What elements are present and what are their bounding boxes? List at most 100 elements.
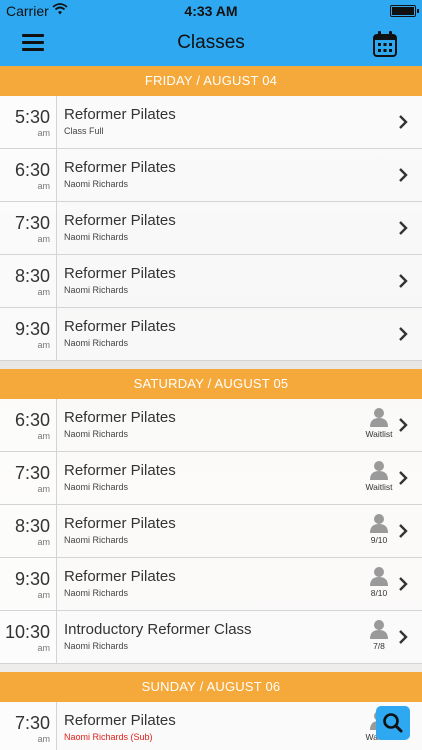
chevron-right-icon <box>399 524 408 538</box>
availability-indicator: 8/10 <box>364 566 394 606</box>
class-row[interactable]: 8:30 am Reformer Pilates Naomi Richards … <box>0 505 422 558</box>
class-list[interactable]: FRIDAY / AUGUST 04 5:30 am Reformer Pila… <box>0 66 422 750</box>
class-name: Reformer Pilates <box>64 212 176 229</box>
chevron-right-icon <box>399 630 408 644</box>
instructor-name: Naomi Richards <box>64 641 129 651</box>
chevron-right-icon <box>399 221 408 235</box>
class-row[interactable]: 7:30 am Reformer Pilates Naomi Richards <box>0 202 422 255</box>
class-name: Reformer Pilates <box>64 106 176 123</box>
class-name: Reformer Pilates <box>64 568 176 585</box>
class-ampm: am <box>37 484 50 494</box>
class-time: 9:30 <box>14 569 50 589</box>
chevron-right-icon <box>399 471 408 485</box>
instructor-name: Naomi Richards <box>64 285 129 295</box>
availability-indicator: Waitlist <box>364 460 394 500</box>
search-button[interactable] <box>376 706 410 740</box>
class-time: 7:30 <box>14 463 50 483</box>
class-name: Reformer Pilates <box>64 318 176 335</box>
instructor-name: Naomi Richards <box>64 535 129 545</box>
instructor-name: Naomi Richards <box>64 338 129 348</box>
section-header: SATURDAY / AUGUST 05 <box>0 369 422 399</box>
time-column: 10:30 am <box>0 611 57 663</box>
chevron-right-icon <box>399 327 408 341</box>
class-time: 7:30 <box>14 213 50 233</box>
time-column: 7:30 am <box>0 202 57 254</box>
class-row[interactable]: 10:30 am Introductory Reformer Class Nao… <box>0 611 422 664</box>
class-ampm: am <box>37 590 50 600</box>
class-row[interactable]: 6:30 am Reformer Pilates Naomi Richards <box>0 149 422 202</box>
chevron-right-icon <box>399 577 408 591</box>
instructor-name: Naomi Richards <box>64 429 129 439</box>
class-ampm: am <box>37 340 50 350</box>
time-column: 7:30 am <box>0 452 57 504</box>
class-ampm: am <box>37 128 50 138</box>
class-name: Reformer Pilates <box>64 515 176 532</box>
class-ampm: am <box>37 734 50 744</box>
chevron-right-icon <box>399 168 408 182</box>
chevron-right-icon <box>399 274 408 288</box>
time-column: 6:30 am <box>0 149 57 201</box>
class-ampm: am <box>37 287 50 297</box>
chevron-right-icon <box>399 115 408 129</box>
calendar-icon[interactable] <box>372 30 398 58</box>
class-ampm: am <box>37 181 50 191</box>
class-row[interactable]: 9:30 am Reformer Pilates Naomi Richards <box>0 308 422 361</box>
class-name: Reformer Pilates <box>64 159 176 176</box>
class-row[interactable]: 5:30 am Reformer Pilates Class Full <box>0 96 422 149</box>
time-column: 8:30 am <box>0 255 57 307</box>
class-row[interactable]: 8:30 am Reformer Pilates Naomi Richards <box>0 255 422 308</box>
class-ampm: am <box>37 643 50 653</box>
page-title: Classes <box>177 32 245 53</box>
instructor-name: Naomi Richards <box>64 588 129 598</box>
class-time: 9:30 <box>14 319 50 339</box>
battery-icon <box>390 5 419 17</box>
chevron-right-icon <box>399 418 408 432</box>
class-ampm: am <box>37 537 50 547</box>
class-row[interactable]: 6:30 am Reformer Pilates Naomi Richards … <box>0 399 422 452</box>
person-icon <box>370 514 388 533</box>
class-time: 8:30 <box>14 516 50 536</box>
time-column: 8:30 am <box>0 505 57 557</box>
instructor-name: Naomi Richards <box>64 482 129 492</box>
class-name: Introductory Reformer Class <box>64 621 252 638</box>
availability-indicator: Waitlist <box>364 407 394 447</box>
class-ampm: am <box>37 431 50 441</box>
instructor-name: Naomi Richards <box>64 232 129 242</box>
class-name: Reformer Pilates <box>64 462 176 479</box>
time-column: 6:30 am <box>0 399 57 451</box>
time-column: 9:30 am <box>0 558 57 610</box>
person-icon <box>370 620 388 639</box>
availability-label: 8/10 <box>370 588 388 598</box>
nav-bar: Classes <box>0 22 422 66</box>
instructor-name: Naomi Richards <box>64 179 129 189</box>
availability-label: Waitlist <box>365 429 393 439</box>
search-icon <box>383 713 403 733</box>
class-row[interactable]: 7:30 am Reformer Pilates Naomi Richards … <box>0 452 422 505</box>
instructor-name: Naomi Richards (Sub) <box>64 732 153 742</box>
class-time: 6:30 <box>14 410 50 430</box>
status-bar: Carrier 4:33 AM <box>0 0 422 22</box>
person-icon <box>370 408 388 427</box>
availability-label: 9/10 <box>370 535 388 545</box>
class-name: Reformer Pilates <box>64 409 176 426</box>
instructor-name: Class Full <box>64 126 104 136</box>
section-header: SUNDAY / AUGUST 06 <box>0 672 422 702</box>
time-column: 5:30 am <box>0 96 57 148</box>
person-icon <box>370 567 388 586</box>
class-row[interactable]: 9:30 am Reformer Pilates Naomi Richards … <box>0 558 422 611</box>
class-row[interactable]: 7:30 am Reformer Pilates Naomi Richards … <box>0 702 422 750</box>
person-icon <box>370 461 388 480</box>
availability-label: 7/8 <box>373 641 385 651</box>
class-name: Reformer Pilates <box>64 265 176 282</box>
class-time: 8:30 <box>14 266 50 286</box>
class-time: 10:30 <box>4 622 50 642</box>
section-header: FRIDAY / AUGUST 04 <box>0 66 422 96</box>
class-time: 7:30 <box>14 713 50 733</box>
availability-indicator: 7/8 <box>364 619 394 659</box>
class-time: 5:30 <box>14 107 50 127</box>
availability-indicator: 9/10 <box>364 513 394 553</box>
time-column: 9:30 am <box>0 308 57 360</box>
class-ampm: am <box>37 234 50 244</box>
availability-label: Waitlist <box>365 482 393 492</box>
class-name: Reformer Pilates <box>64 712 176 729</box>
